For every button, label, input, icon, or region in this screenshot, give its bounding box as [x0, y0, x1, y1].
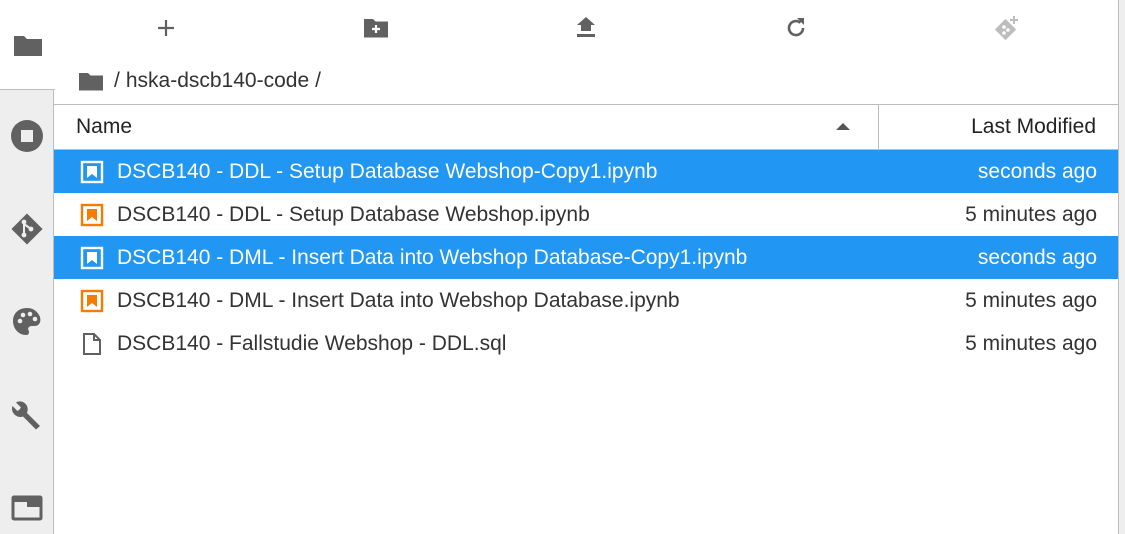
- sidebar-tab-git[interactable]: [0, 184, 54, 274]
- sort-ascending-icon: [836, 123, 850, 130]
- stop-circle-icon: [11, 120, 43, 152]
- git-clone-button[interactable]: [986, 10, 1026, 46]
- file-row[interactable]: DSCB140 - Fallstudie Webshop - DDL.sql 5…: [54, 322, 1118, 365]
- breadcrumb-separator: /: [315, 69, 321, 92]
- new-launcher-button[interactable]: [146, 10, 186, 46]
- file-name: DSCB140 - DML - Insert Data into Webshop…: [117, 245, 748, 269]
- file-rows: DSCB140 - DDL - Setup Database Webshop-C…: [54, 150, 1118, 365]
- breadcrumb: / hska-dscb140-code /: [78, 66, 327, 96]
- sidebar-tab-tabs[interactable]: [0, 463, 54, 534]
- upload-icon: [577, 17, 595, 37]
- breadcrumb-folder[interactable]: hska-dscb140-code: [126, 69, 309, 93]
- file-row[interactable]: DSCB140 - DDL - Setup Database Webshop-C…: [54, 150, 1118, 193]
- notebook-icon: [80, 203, 104, 227]
- sidebar-tab-file-browser[interactable]: [0, 0, 55, 90]
- file-modified: seconds ago: [977, 245, 1097, 269]
- tab-icon: [11, 495, 43, 521]
- file-modified: 5 minutes ago: [965, 288, 1097, 312]
- new-folder-button[interactable]: [356, 10, 396, 46]
- git-icon: [11, 213, 43, 245]
- sidebar-tab-commands[interactable]: [0, 277, 54, 367]
- file-name: DSCB140 - DDL - Setup Database Webshop-C…: [117, 159, 658, 183]
- git-clone-icon: [994, 16, 1018, 41]
- plus-icon: [158, 20, 174, 36]
- file-browser-toolbar: [55, 0, 1118, 58]
- sidebar-tab-extensions[interactable]: [0, 370, 54, 460]
- column-header-modified-label: Last Modified: [971, 115, 1096, 138]
- notebook-icon: [80, 160, 104, 184]
- palette-icon: [13, 308, 41, 335]
- file-name: DSCB140 - DML - Insert Data into Webshop…: [117, 288, 680, 312]
- file-row[interactable]: DSCB140 - DML - Insert Data into Webshop…: [54, 279, 1118, 322]
- file-row[interactable]: DSCB140 - DML - Insert Data into Webshop…: [54, 236, 1118, 279]
- folder-icon: [79, 72, 103, 90]
- file-name: DSCB140 - DDL - Setup Database Webshop.i…: [117, 202, 590, 226]
- file-icon: [80, 332, 104, 356]
- file-row[interactable]: DSCB140 - DDL - Setup Database Webshop.i…: [54, 193, 1118, 236]
- notebook-icon: [80, 289, 104, 313]
- file-modified: 5 minutes ago: [965, 202, 1097, 226]
- new-folder-icon: [364, 19, 388, 38]
- breadcrumb-separator: /: [114, 69, 120, 92]
- breadcrumb-home[interactable]: [78, 71, 104, 92]
- column-header-name[interactable]: Name: [54, 105, 879, 149]
- file-modified: 5 minutes ago: [965, 331, 1097, 355]
- notebook-icon: [80, 246, 104, 270]
- refresh-button[interactable]: [776, 10, 816, 46]
- file-name: DSCB140 - Fallstudie Webshop - DDL.sql: [117, 331, 507, 355]
- listing-header: Name Last Modified: [54, 105, 1118, 150]
- refresh-icon: [787, 18, 805, 37]
- wrench-icon: [12, 401, 40, 430]
- file-listing: Name Last Modified DSCB140 - DDL - Setup…: [54, 104, 1118, 534]
- upload-button[interactable]: [566, 10, 606, 46]
- column-header-name-label: Name: [76, 115, 133, 138]
- right-panel-edge: [1118, 0, 1125, 534]
- left-sidebar: [0, 0, 55, 534]
- column-header-last-modified[interactable]: Last Modified: [880, 105, 1118, 149]
- sidebar-tab-running[interactable]: [0, 91, 54, 181]
- folder-icon: [13, 35, 42, 56]
- file-modified: seconds ago: [977, 159, 1097, 183]
